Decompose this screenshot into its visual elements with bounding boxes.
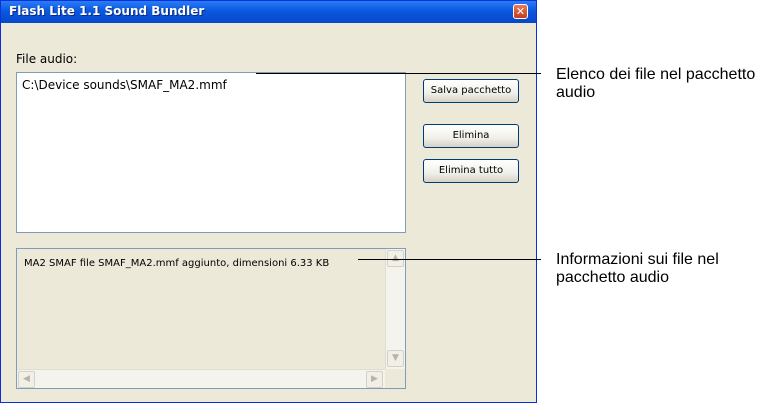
remove-all-button[interactable]: Elimina tutto	[423, 159, 519, 183]
scroll-left-icon[interactable]: ◀	[18, 371, 35, 388]
file-list[interactable]: C:\Device sounds\SMAF_MA2.mmf	[16, 72, 406, 233]
scrollbar-corner	[385, 369, 405, 388]
sound-bundler-window: Flash Lite 1.1 Sound Bundler ✕ File audi…	[0, 0, 537, 403]
callout-leader-line-info	[358, 259, 541, 260]
callout-file-list: Elenco dei file nel pacchetto audio	[556, 66, 756, 101]
file-info-text: MA2 SMAF file SMAF_MA2.mmf aggiunto, dim…	[24, 258, 330, 269]
callout-file-info: Informazioni sui file nel pacchetto audi…	[556, 251, 719, 286]
remove-button[interactable]: Elimina	[423, 124, 519, 148]
save-package-button[interactable]: Salva pacchetto	[423, 79, 519, 103]
scroll-right-icon[interactable]: ▶	[366, 371, 383, 388]
title-bar[interactable]: Flash Lite 1.1 Sound Bundler ✕	[1, 1, 536, 23]
close-icon: ✕	[515, 5, 526, 18]
scroll-down-icon[interactable]: ▼	[387, 350, 404, 367]
file-list-label: File audio:	[16, 52, 78, 66]
file-list-item[interactable]: C:\Device sounds\SMAF_MA2.mmf	[22, 78, 227, 92]
close-button[interactable]: ✕	[513, 4, 528, 19]
callout-leader-line-file-list	[256, 73, 541, 74]
horizontal-scrollbar[interactable]: ◀ ▶	[17, 369, 385, 388]
vertical-scrollbar[interactable]: ▲ ▼	[385, 249, 405, 369]
file-info-box[interactable]: MA2 SMAF file SMAF_MA2.mmf aggiunto, dim…	[16, 248, 406, 389]
window-title: Flash Lite 1.1 Sound Bundler	[9, 4, 205, 18]
